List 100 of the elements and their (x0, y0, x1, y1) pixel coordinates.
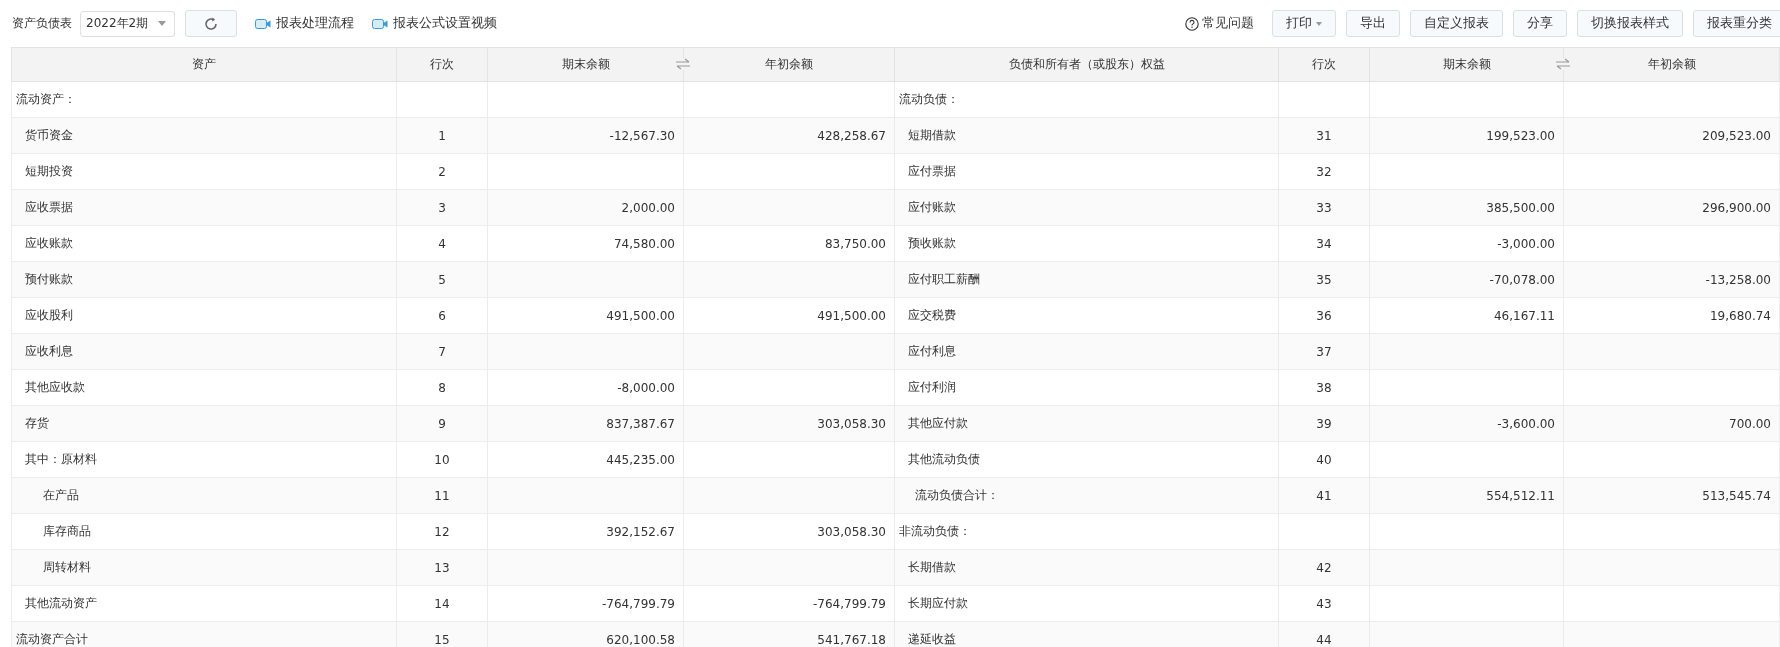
swap-arrows-icon[interactable] (675, 58, 691, 70)
column-header: 年初余额 (1647, 57, 1696, 71)
amount: 513,545.74 (1702, 488, 1771, 503)
period-select[interactable]: 2022年2期 (80, 10, 175, 37)
amount: -13,258.00 (1705, 272, 1771, 287)
amount: -3,000.00 (1497, 236, 1555, 251)
amount: 209,523.00 (1702, 128, 1771, 143)
item-name: 递延收益 (908, 632, 956, 646)
item-name: 应交税费 (908, 308, 956, 322)
item-name: 预收账款 (908, 236, 956, 250)
item-name: 货币资金 (25, 128, 73, 142)
item-name: 应付票据 (908, 164, 956, 178)
line-number: 36 (1316, 308, 1332, 323)
amount: 303,058.30 (817, 416, 886, 431)
line-number: 1 (438, 128, 446, 143)
amount: 83,750.00 (824, 236, 886, 251)
column-header: 年初余额 (765, 57, 813, 71)
item-name: 应收利息 (25, 344, 73, 358)
toolbar-button[interactable]: 切换报表样式 (1577, 10, 1683, 37)
line-number: 42 (1316, 560, 1332, 575)
line-number: 12 (434, 524, 450, 539)
video-camera-icon (372, 17, 388, 30)
column-header: 行次 (1312, 57, 1336, 71)
item-name: 预付账款 (25, 272, 73, 286)
amount: -764,799.79 (812, 596, 886, 611)
amount: -70,078.00 (1489, 272, 1555, 287)
item-name: 流动资产合计 (16, 632, 88, 646)
column-header: 资产 (192, 57, 216, 71)
line-number: 34 (1316, 236, 1332, 251)
amount: 199,523.00 (1486, 128, 1555, 143)
amount: 2,000.00 (621, 200, 675, 215)
column-header: 期末余额 (561, 57, 610, 71)
toolbar-button[interactable]: 分享 (1513, 10, 1567, 37)
amount: 541,767.18 (817, 632, 886, 647)
line-number: 9 (438, 416, 446, 431)
video-link[interactable]: 报表处理流程 (255, 15, 354, 32)
toolbar-button[interactable]: 导出 (1346, 10, 1400, 37)
item-name: 短期投资 (25, 164, 73, 178)
line-number: 8 (438, 380, 446, 395)
caret-icon (158, 21, 166, 26)
item-name: 在产品 (43, 488, 79, 502)
item-name: 应收账款 (25, 236, 73, 250)
item-name: 周转材料 (43, 560, 91, 574)
line-number: 33 (1316, 200, 1332, 215)
question-icon (1185, 16, 1199, 31)
line-number: 32 (1316, 164, 1332, 179)
item-name: 流动负债合计： (915, 488, 999, 502)
line-number: 37 (1316, 344, 1332, 359)
item-name: 应付利润 (908, 380, 956, 394)
amount: 445,235.00 (606, 452, 675, 467)
item-name: 应付利息 (908, 344, 956, 358)
item-name: 存货 (25, 416, 49, 430)
line-number: 5 (438, 272, 446, 287)
toolbar-button[interactable]: 报表重分类 (1693, 10, 1780, 37)
line-number: 43 (1316, 596, 1332, 611)
item-name: 其他流动负债 (908, 452, 980, 466)
item-name: 长期借款 (908, 560, 956, 574)
amount: -3,600.00 (1497, 416, 1555, 431)
line-number: 2 (438, 164, 446, 179)
amount: 19,680.74 (1709, 308, 1771, 323)
refresh-button[interactable] (185, 10, 237, 37)
amount: -8,000.00 (617, 380, 675, 395)
item-name: 应付账款 (908, 200, 956, 214)
item-name: 其他应付款 (908, 416, 968, 430)
amount: 385,500.00 (1486, 200, 1555, 215)
line-number: 7 (438, 344, 446, 359)
toolbar-button[interactable]: 打印 (1272, 10, 1336, 37)
amount: 392,152.67 (606, 524, 675, 539)
line-number: 14 (434, 596, 450, 611)
line-number: 15 (434, 632, 450, 647)
column-header: 负债和所有者（或股东）权益 (1008, 57, 1165, 71)
refresh-icon (203, 15, 219, 32)
item-name: 其中：原材料 (25, 452, 97, 466)
item-name: 库存商品 (43, 524, 91, 538)
item-name: 流动资产： (16, 92, 76, 106)
amount: 837,387.67 (606, 416, 675, 431)
line-number: 39 (1316, 416, 1332, 431)
line-number: 13 (434, 560, 450, 575)
amount: 46,167.11 (1493, 308, 1555, 323)
video-camera-icon (255, 17, 271, 30)
amount: 700.00 (1729, 416, 1771, 431)
column-header: 行次 (430, 57, 454, 71)
swap-arrows-icon[interactable] (1555, 58, 1571, 70)
item-name: 长期应付款 (908, 596, 968, 610)
line-number: 44 (1316, 632, 1332, 647)
item-name: 流动负债： (899, 92, 959, 106)
line-number: 3 (438, 200, 446, 215)
amount: 554,512.11 (1486, 488, 1555, 503)
item-name: 应收票据 (25, 200, 73, 214)
line-number: 6 (438, 308, 446, 323)
amount: -764,799.79 (601, 596, 675, 611)
line-number: 4 (438, 236, 446, 251)
line-number: 11 (434, 488, 450, 503)
line-number: 41 (1316, 488, 1332, 503)
video-link[interactable]: 报表公式设置视频 (372, 15, 497, 32)
amount: 491,500.00 (606, 308, 675, 323)
amount: 303,058.30 (817, 524, 886, 539)
help-link[interactable]: 常见问题 (1185, 15, 1254, 32)
line-number: 40 (1316, 452, 1332, 467)
toolbar-button[interactable]: 自定义报表 (1410, 10, 1503, 37)
